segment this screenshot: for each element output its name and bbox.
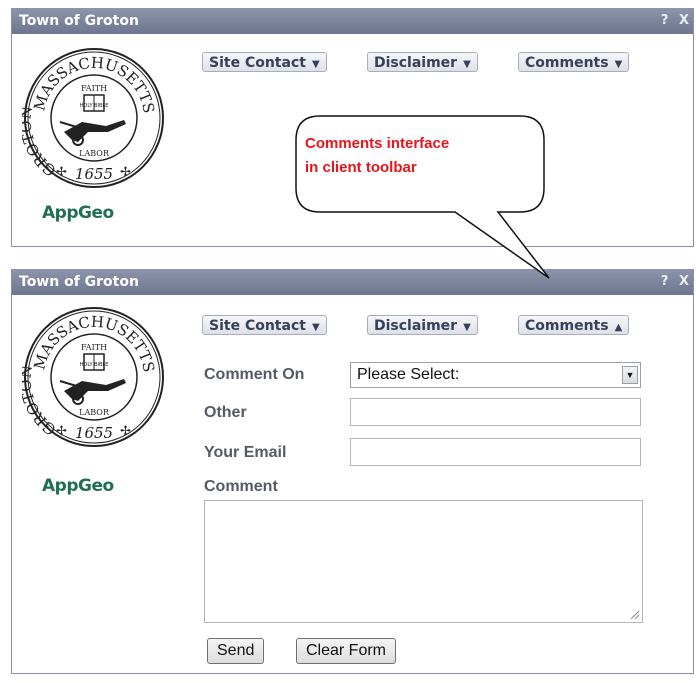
svg-text:✢: ✢ bbox=[120, 165, 131, 180]
clear-form-button[interactable]: Clear Form bbox=[296, 638, 397, 664]
seal-faith-text: FAITH bbox=[81, 84, 107, 93]
chevron-down-icon: ▼ bbox=[311, 322, 320, 333]
other-input[interactable] bbox=[350, 398, 641, 426]
title-bar[interactable]: Town of Groton ? X bbox=[12, 8, 693, 34]
disclaimer-button[interactable]: Disclaimer ▼ bbox=[367, 315, 478, 335]
comments-button[interactable]: Comments ▼ bbox=[518, 52, 630, 72]
seal-bible-text: HOLY BIBLE bbox=[80, 103, 109, 109]
send-button[interactable]: Send bbox=[207, 638, 265, 664]
title-bar[interactable]: Town of Groton ? X bbox=[12, 269, 693, 295]
comments-button[interactable]: Comments ▲ bbox=[518, 315, 630, 335]
chevron-down-icon: ▼ bbox=[463, 59, 471, 70]
seal-labor-text: LABOR bbox=[79, 149, 110, 158]
help-button[interactable]: ? bbox=[661, 274, 669, 289]
help-button[interactable]: ? bbox=[661, 13, 669, 28]
email-input[interactable] bbox=[350, 438, 641, 466]
window-top: Town of Groton ? X MASSACHUSETTS GROTON … bbox=[11, 8, 694, 247]
other-label: Other bbox=[204, 404, 247, 421]
comment-on-selected: Please Select: bbox=[357, 366, 460, 383]
site-contact-button[interactable]: Site Contact ▼ bbox=[202, 52, 327, 72]
svg-text:✢: ✢ bbox=[120, 424, 131, 439]
seal-left-text: GROTON bbox=[22, 105, 60, 180]
close-button[interactable]: X bbox=[679, 13, 689, 28]
dropdown-arrow-icon[interactable]: ▼ bbox=[622, 366, 638, 384]
town-seal: MASSACHUSETTS GROTON FAITH HOLY BIBLE LA… bbox=[22, 307, 164, 447]
site-contact-button[interactable]: Site Contact ▼ bbox=[202, 315, 327, 335]
comment-label: Comment bbox=[204, 478, 278, 495]
town-seal: MASSACHUSETTS GROTON FAITH HOLY BIBLE LA… bbox=[22, 48, 164, 188]
seal-faith-text: FAITH bbox=[81, 343, 107, 352]
callout-text: Comments interface in client toolbar bbox=[305, 132, 515, 180]
chevron-down-icon: ▼ bbox=[463, 322, 471, 333]
seal-left-text: GROTON bbox=[22, 364, 60, 439]
seal-year-text: 1655 bbox=[75, 165, 113, 183]
window-title: Town of Groton bbox=[19, 13, 139, 29]
comment-on-label: Comment On bbox=[204, 366, 305, 383]
comment-on-select[interactable]: Please Select: ▼ bbox=[350, 362, 641, 388]
close-button[interactable]: X bbox=[679, 274, 689, 289]
chevron-down-icon: ▼ bbox=[311, 59, 320, 70]
svg-text:✢: ✢ bbox=[56, 424, 67, 439]
chevron-down-icon: ▼ bbox=[614, 59, 623, 70]
disclaimer-button[interactable]: Disclaimer ▼ bbox=[367, 52, 478, 72]
window-title: Town of Groton bbox=[19, 274, 139, 290]
callout-line-1: Comments interface bbox=[305, 135, 450, 152]
chevron-up-icon: ▲ bbox=[614, 322, 623, 333]
appgeo-logo: AppGeo bbox=[42, 203, 114, 223]
comment-textarea[interactable] bbox=[204, 500, 643, 623]
seal-bible-text: HOLY BIBLE bbox=[80, 362, 109, 368]
email-label: Your Email bbox=[204, 444, 287, 461]
svg-text:✢: ✢ bbox=[56, 165, 67, 180]
appgeo-logo: AppGeo bbox=[42, 476, 114, 496]
seal-year-text: 1655 bbox=[75, 424, 113, 442]
seal-labor-text: LABOR bbox=[79, 408, 110, 417]
callout-line-2: in client toolbar bbox=[305, 159, 417, 176]
resize-grip-icon[interactable] bbox=[629, 609, 639, 619]
